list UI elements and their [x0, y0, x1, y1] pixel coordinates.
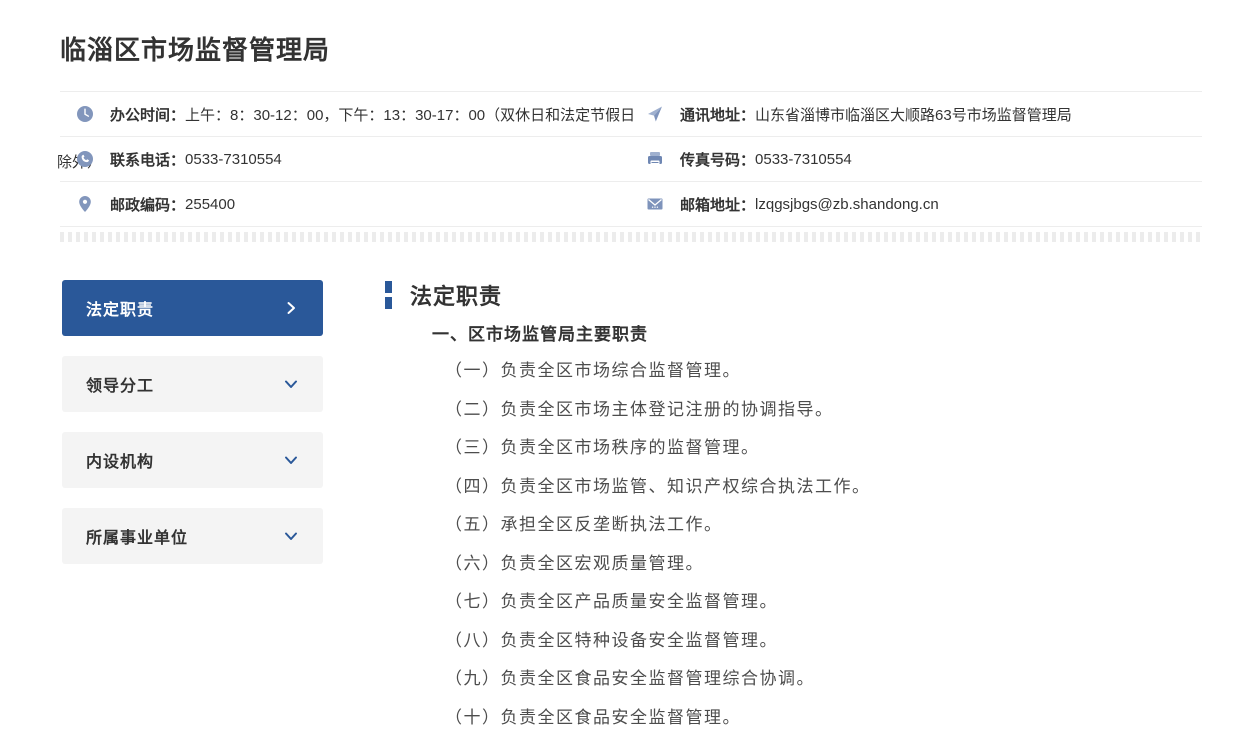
duty-item: （九）负责全区食品安全监督管理综合协调。 [445, 669, 815, 688]
contact-postcode: 邮政编码： 255400 [60, 182, 630, 226]
contact-value: lzqgsjbgs@zb.shandong.cn [755, 195, 939, 213]
contact-label: 邮箱地址： [680, 196, 756, 214]
section-accent-bar [385, 281, 392, 309]
contact-value: 255400 [185, 195, 236, 213]
duty-item: （二）负责全区市场主体登记注册的协调指导。 [445, 399, 834, 419]
section-header: 法定职责 [385, 279, 1202, 311]
contact-row: 邮政编码： 255400 邮箱地址： lzqgsjbgs@zb.shandong… [60, 182, 1202, 227]
contact-label: 通讯地址： [680, 106, 756, 124]
fax-icon [646, 150, 664, 168]
contact-value: 山东省淄博市临淄区大顺路63号市场监督管理局 [755, 106, 1072, 124]
contact-info-panel: 办公时间： 上午：8：30-12：00，下午：13：30-17：00（双休日和法… [57, 91, 1202, 227]
page-title: 临淄区市场监督管理局 [60, 35, 331, 65]
sidebar-item-label: 所属事业单位 [86, 530, 189, 547]
chevron-down-icon [283, 452, 299, 468]
sidebar-item-label: 法定职责 [86, 302, 155, 319]
contact-row: 办公时间： 上午：8：30-12：00，下午：13：30-17：00（双休日和法… [57, 92, 1202, 171]
contact-label: 办公时间： [110, 106, 186, 124]
sidebar-item-leadership[interactable]: 领导分工 [62, 356, 323, 412]
contact-value: 0533-7310554 [185, 150, 282, 168]
sidebar-item-legal-duties[interactable]: 法定职责 [62, 280, 323, 336]
duty-list: （一）负责全区市场综合监督管理。 （二）负责全区市场主体登记注册的协调指导。 （… [445, 352, 1202, 732]
send-icon [646, 105, 664, 123]
main-content: 法定职责 一、区市场监管局主要职责 （一）负责全区市场综合监督管理。 （二）负责… [385, 279, 1202, 732]
duty-item: （七）负责全区产品质量安全监督管理。 [445, 592, 778, 611]
contact-label: 邮政编码： [110, 196, 186, 214]
clock-icon [76, 105, 94, 123]
duty-item: （一）负责全区市场综合监督管理。 [445, 361, 741, 380]
contact-fax: 传真号码： 0533-7310554 [630, 137, 1202, 181]
mail-icon [646, 195, 664, 213]
contact-office-hours: 办公时间： 上午：8：30-12：00，下午：13：30-17：00（双休日和法… [57, 92, 635, 171]
chevron-right-icon [283, 300, 299, 316]
duty-item: （三）负责全区市场秩序的监督管理。 [445, 438, 760, 457]
section-title: 法定职责 [410, 284, 503, 309]
contact-label: 联系电话： [110, 151, 186, 169]
duty-item: （五）承担全区反垄断执法工作。 [445, 515, 723, 534]
sidebar-item-label: 领导分工 [86, 378, 155, 395]
contact-row: 联系电话： 0533-7310554 传真号码： 0533-7310554 [60, 137, 1202, 182]
duty-item: （八）负责全区特种设备安全监督管理。 [445, 630, 778, 650]
section-subtitle: 一、区市场监管局主要职责 [432, 325, 648, 344]
contact-email: 邮箱地址： lzqgsjbgs@zb.shandong.cn [630, 182, 1202, 226]
contact-value: 0533-7310554 [755, 150, 852, 168]
chevron-down-icon [283, 376, 299, 392]
duty-item: （六）负责全区宏观质量管理。 [445, 553, 704, 573]
contact-phone: 联系电话： 0533-7310554 [60, 137, 630, 181]
sidebar-nav: 法定职责 领导分工 内设机构 所属事业单位 [62, 280, 323, 584]
sidebar-item-affiliated-units[interactable]: 所属事业单位 [62, 508, 323, 564]
striped-divider [60, 232, 1202, 242]
chevron-down-icon [283, 528, 299, 544]
duty-item: （四）负责全区市场监管、知识产权综合执法工作。 [445, 476, 871, 496]
contact-label: 传真号码： [680, 151, 756, 169]
location-icon [76, 195, 94, 213]
duty-item: （十）负责全区食品安全监督管理。 [445, 707, 741, 727]
sidebar-item-internal-orgs[interactable]: 内设机构 [62, 432, 323, 488]
contact-address: 通讯地址： 山东省淄博市临淄区大顺路63号市场监督管理局 [630, 92, 1202, 136]
page: 临淄区市场监督管理局 办公时间： 上午：8：30-12：00，下午：13：30-… [0, 0, 1260, 732]
sidebar-item-label: 内设机构 [86, 454, 155, 471]
phone-icon [76, 150, 94, 168]
contact-value: 上午：8：30-12：00，下午：13：30-17：00（双休日和法定节假日 [185, 106, 636, 124]
